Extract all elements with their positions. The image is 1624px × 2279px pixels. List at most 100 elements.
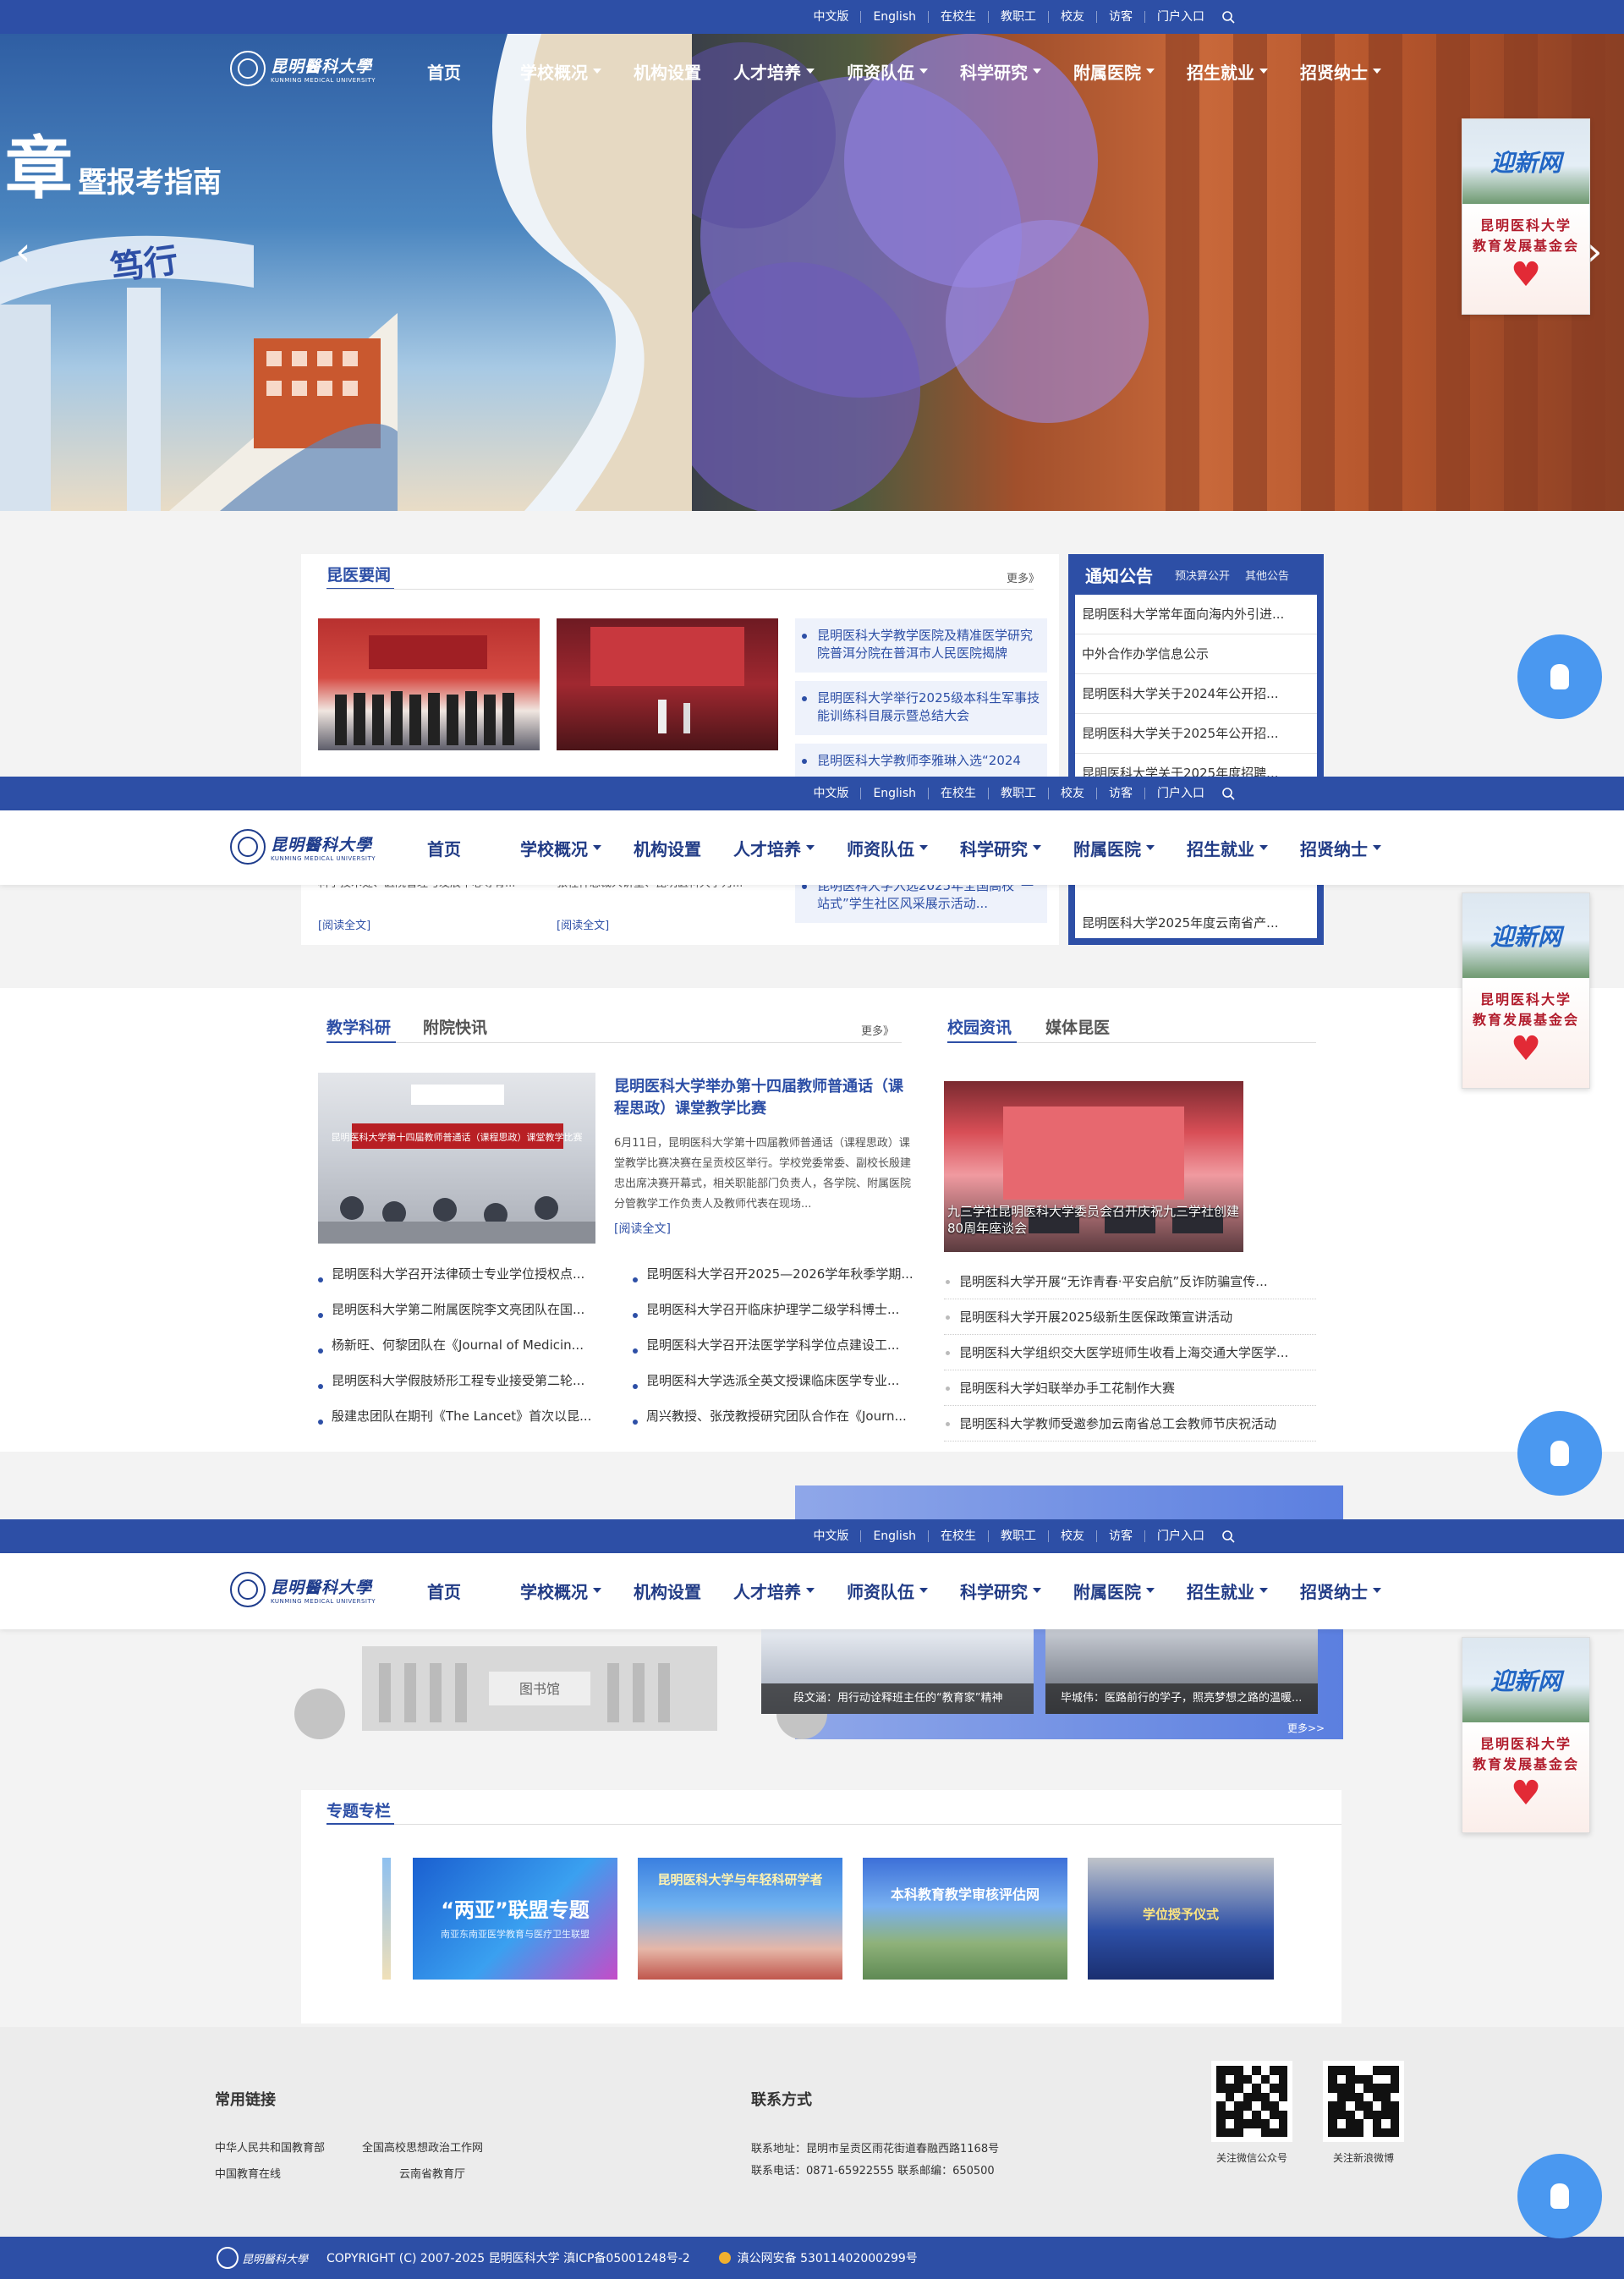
read-more-link[interactable]: [阅读全文] xyxy=(614,1220,671,1237)
nav-admissions[interactable]: 招生就业 xyxy=(1187,1579,1268,1603)
nav-hospitals[interactable]: 附属医院 xyxy=(1073,836,1155,860)
tab-hospital-news[interactable]: 附院快讯 xyxy=(423,1015,487,1038)
nav-about[interactable]: 学校概况 xyxy=(520,836,601,860)
utility-link[interactable]: 校友 xyxy=(1049,788,1097,799)
search-icon[interactable] xyxy=(1221,787,1235,800)
utility-link[interactable]: 在校生 xyxy=(929,788,989,799)
utility-link[interactable]: 访客 xyxy=(1097,11,1145,23)
welcome-site-link[interactable]: 迎新网 xyxy=(1462,1638,1589,1722)
list-item[interactable]: 昆明医科大学召开2025—2026学年秋季学期... xyxy=(631,1262,925,1298)
utility-link[interactable]: 访客 xyxy=(1097,1530,1145,1542)
topic-card-review[interactable]: 本科教育教学审核评估网 xyxy=(863,1858,1067,1980)
list-item[interactable]: 昆明医科大学召开临床护理学二级学科博士... xyxy=(631,1298,925,1333)
footer-link[interactable]: 中华人民共和国教育部 xyxy=(215,2139,325,2155)
people-card-1[interactable]: 段文涵：用行动诠释班主任的“教育家”精神 xyxy=(761,1629,1034,1714)
list-item[interactable]: 昆明医科大学第二附属医院李文亮团队在国... xyxy=(316,1298,617,1333)
tab-campus-news[interactable]: 校园资讯 xyxy=(947,1015,1012,1038)
nav-hospitals[interactable]: 附属医院 xyxy=(1073,1579,1155,1603)
side-promo-widget[interactable]: 迎新网 昆明医科大学 教育发展基金会 ♥ xyxy=(1462,1637,1590,1833)
nav-faculty[interactable]: 师资队伍 xyxy=(847,1579,928,1603)
footer-link[interactable]: 中国教育在线 xyxy=(215,2165,281,2181)
list-item[interactable]: 昆明医科大学选派全英文授课临床医学专业... xyxy=(631,1369,925,1404)
list-item[interactable]: 昆明医科大学妇联举办手工花制作大赛 xyxy=(944,1370,1316,1406)
nav-about[interactable]: 学校概况 xyxy=(520,1579,601,1603)
list-item[interactable]: 昆明医科大学组织交大医学班师生收看上海交通大学医学... xyxy=(944,1335,1316,1370)
hero-prev-arrow[interactable]: ‹ xyxy=(15,230,36,272)
utility-link[interactable]: 校友 xyxy=(1049,1530,1097,1542)
list-item[interactable]: 昆明医科大学常年面向海内外引进... xyxy=(1075,595,1317,634)
foundation-link[interactable]: 昆明医科大学 教育发展基金会 ♥ xyxy=(1462,978,1589,1088)
floating-assistant-button[interactable] xyxy=(1517,634,1602,719)
utility-link[interactable]: 中文版 xyxy=(801,11,862,23)
utility-link[interactable]: 在校生 xyxy=(929,1530,989,1542)
list-item[interactable]: 昆明医科大学假肢矫形工程专业接受第二轮... xyxy=(316,1369,617,1404)
floating-assistant-button[interactable] xyxy=(1517,2154,1602,2238)
utility-link[interactable]: English xyxy=(861,1530,929,1542)
university-logo[interactable]: 昆明醫科大學 KUNMING MEDICAL UNIVERSITY xyxy=(230,829,376,865)
search-icon[interactable] xyxy=(1221,1529,1235,1543)
list-item[interactable]: 昆明医科大学关于2025年公开招... xyxy=(1075,714,1317,754)
news-more-link[interactable]: 更多》 xyxy=(1007,569,1040,585)
utility-link[interactable]: 中文版 xyxy=(801,788,862,799)
nav-recruitment[interactable]: 招贤纳士 xyxy=(1300,836,1381,860)
utility-link[interactable]: English xyxy=(861,788,929,799)
side-promo-widget[interactable]: 迎新网 昆明医科大学 教育发展基金会 ♥ xyxy=(1462,892,1590,1089)
utility-link[interactable]: 教职工 xyxy=(989,11,1049,23)
list-item[interactable]: 昆明医科大学开展“无诈青春·平安启航”反诈防骗宣传... xyxy=(944,1264,1316,1299)
list-item[interactable]: 昆明医科大学开展2025级新生医保政策宣讲活动 xyxy=(944,1299,1316,1335)
feature-title[interactable]: 昆明医科大学举办第十四届教师普通话（课程思政）课堂教学比赛 xyxy=(614,1076,915,1120)
nav-admissions[interactable]: 招生就业 xyxy=(1187,836,1268,860)
nav-faculty[interactable]: 师资队伍 xyxy=(847,836,928,860)
topic-card-partial[interactable] xyxy=(382,1858,391,1980)
nav-recruitment[interactable]: 招贤纳士 xyxy=(1300,59,1381,84)
utility-link[interactable]: 访客 xyxy=(1097,788,1145,799)
nav-research[interactable]: 科学研究 xyxy=(960,59,1041,84)
list-item[interactable]: 昆明医科大学教学医院及精准医学研究院普洱分院在普洱市人民医院揭牌 xyxy=(795,618,1047,673)
list-item[interactable]: 昆明医科大学召开法律硕士专业学位授权点... xyxy=(316,1262,617,1298)
list-item[interactable]: 昆明医科大学召开法医学学科学位点建设工... xyxy=(631,1333,925,1369)
tab-media[interactable]: 媒体昆医 xyxy=(1045,1015,1110,1038)
people-card-2[interactable]: 毕城伟：医路前行的学子，照亮梦想之路的温暖... xyxy=(1045,1629,1318,1714)
utility-link[interactable]: 教职工 xyxy=(989,1530,1049,1542)
list-item[interactable]: 昆明医科大学教师受邀参加云南省总工会教师节庆祝活动 xyxy=(944,1406,1316,1442)
teaching-more-link[interactable]: 更多》 xyxy=(861,1022,894,1038)
feature-image[interactable]: 昆明医科大学第十四届教师普通话（课程思政）课堂教学比赛 xyxy=(318,1073,595,1244)
floating-assistant-button[interactable] xyxy=(1517,1411,1602,1496)
nav-departments[interactable]: 机构设置 xyxy=(634,836,701,860)
utility-link[interactable]: 门户入口 xyxy=(1145,1530,1216,1542)
qr-weibo[interactable]: 关注新浪微博 xyxy=(1323,2061,1404,2165)
nav-home[interactable]: 首页 xyxy=(427,59,461,84)
campus-image[interactable]: 九三学社昆明医科大学委员会召开庆祝九三学社创建80周年座谈会 xyxy=(944,1081,1243,1252)
university-logo[interactable]: 昆明醫科大學 KUNMING MEDICAL UNIVERSITY xyxy=(230,1572,376,1607)
university-logo[interactable]: 昆明醫科大學 KUNMING MEDICAL UNIVERSITY xyxy=(230,51,376,86)
nav-hospitals[interactable]: 附属医院 xyxy=(1073,59,1155,84)
utility-link[interactable]: 校友 xyxy=(1049,11,1097,23)
utility-link[interactable]: 门户入口 xyxy=(1145,11,1216,23)
topic-card-degree[interactable]: 学位授予仪式 xyxy=(1088,1858,1274,1980)
nav-departments[interactable]: 机构设置 xyxy=(634,59,701,84)
qr-wechat[interactable]: 关注微信公众号 xyxy=(1211,2061,1292,2165)
nav-about[interactable]: 学校概况 xyxy=(520,59,601,84)
nav-education[interactable]: 人才培养 xyxy=(733,836,815,860)
nav-home[interactable]: 首页 xyxy=(427,1579,461,1603)
list-item[interactable]: 昆明医科大学关于2024年公开招... xyxy=(1075,674,1317,714)
utility-link[interactable]: 在校生 xyxy=(929,11,989,23)
police-record-link[interactable]: 滇公网安备 53011402000299号 xyxy=(738,2249,918,2266)
list-item[interactable]: 昆明医科大学2025年度云南省产... xyxy=(1075,903,1317,938)
list-item[interactable]: 杨新旺、何黎团队在《Journal of Medicin... xyxy=(316,1333,617,1369)
side-promo-widget[interactable]: 迎新网 昆明医科大学 教育发展基金会 ♥ xyxy=(1462,118,1590,315)
nav-recruitment[interactable]: 招贤纳士 xyxy=(1300,1579,1381,1603)
welcome-site-link[interactable]: 迎新网 xyxy=(1462,119,1589,204)
search-icon[interactable] xyxy=(1221,10,1235,24)
list-item[interactable]: 殷建忠团队在期刊《The Lancet》首次以昆... xyxy=(316,1404,617,1440)
footer-link[interactable]: 全国高校思想政治工作网 xyxy=(362,2139,483,2155)
utility-link[interactable]: 中文版 xyxy=(801,1530,862,1542)
utility-link[interactable]: English xyxy=(861,11,929,23)
tab-teaching-research[interactable]: 教学科研 xyxy=(326,1015,391,1038)
tab-other-notice[interactable]: 其他公告 xyxy=(1245,567,1289,583)
foundation-link[interactable]: 昆明医科大学 教育发展基金会 ♥ xyxy=(1462,204,1589,314)
nav-departments[interactable]: 机构设置 xyxy=(634,1579,701,1603)
footer-link[interactable]: 云南省教育厅 xyxy=(399,2165,465,2181)
foundation-link[interactable]: 昆明医科大学 教育发展基金会 ♥ xyxy=(1462,1722,1589,1832)
list-item[interactable]: 中外合作办学信息公示 xyxy=(1075,634,1317,674)
